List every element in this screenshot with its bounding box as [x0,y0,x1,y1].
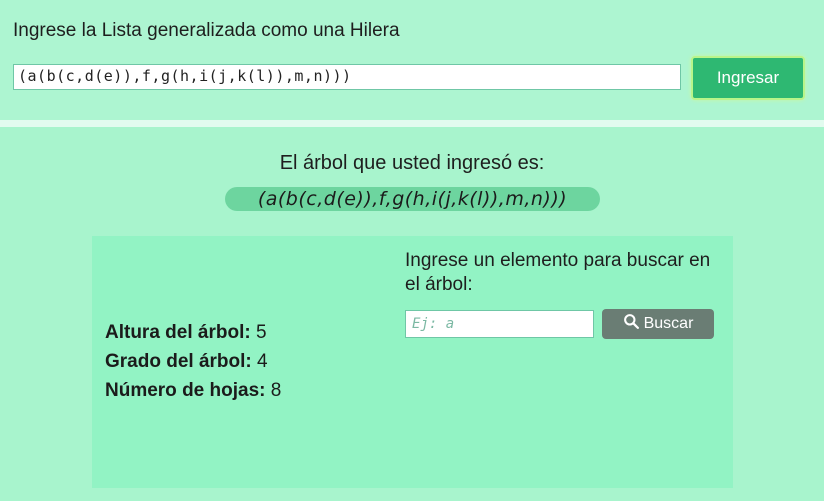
stat-hojas: Número de hojas: 8 [105,380,281,402]
grado-label: Grado del árbol: [105,351,252,372]
buscar-label: Buscar [643,315,694,332]
section-divider [0,120,824,127]
stat-grado: Grado del árbol: 4 [105,351,268,373]
tree-display: (a(b(c,d(e)),f,g(h,i(j,k(l)),m,n))) [225,187,600,211]
altura-label: Altura del árbol: [105,322,251,343]
stat-altura: Altura del árbol: 5 [105,322,267,344]
grado-value: 4 [257,351,268,372]
search-icon [623,313,640,335]
search-prompt: Ingrese un elemento para buscar en el ár… [405,250,711,295]
hojas-label: Número de hojas: [105,380,266,401]
search-input[interactable] [405,310,594,338]
list-input[interactable]: (a(b(c,d(e)),f,g(h,i(j,k(l)),m,n))) [13,64,681,90]
hojas-value: 8 [270,380,282,401]
altura-value: 5 [255,322,267,343]
ingresar-button[interactable]: Ingresar [691,56,805,100]
buscar-button[interactable]: Buscar [602,309,714,339]
list-prompt: Ingrese la Lista generalizada como una H… [13,20,400,41]
result-label: El árbol que usted ingresó es: [279,152,545,174]
